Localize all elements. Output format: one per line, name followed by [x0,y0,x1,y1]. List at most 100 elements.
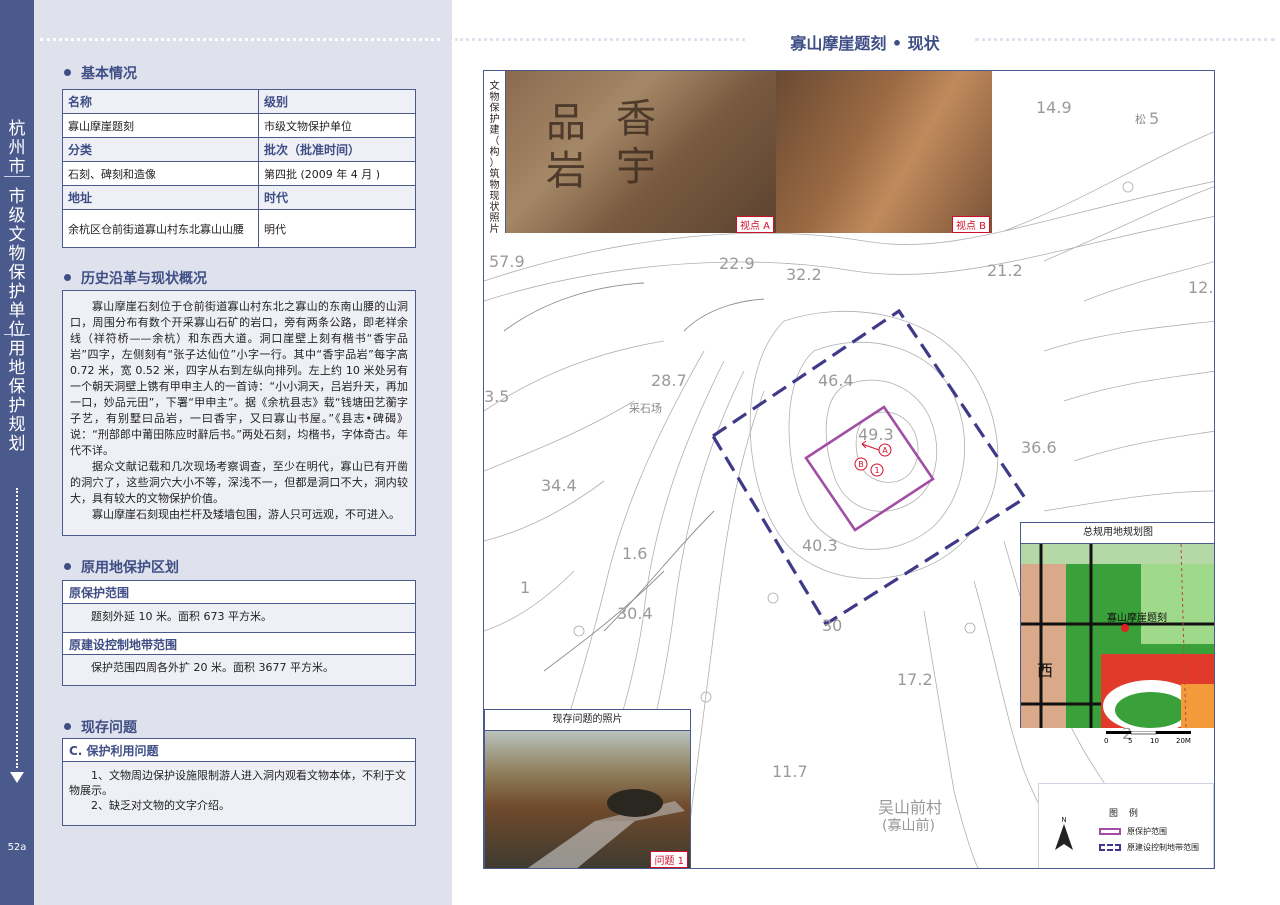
strip-divider [4,176,30,177]
issues-box: C. 保护利用问题 1、文物周边保护设施限制游人进入洞内观看文物本体，不利于文物… [62,738,416,826]
elevation-label: 36.6 [1021,438,1057,457]
basic-info-table: 名称 级别 寡山摩崖题刻 市级文物保护单位 分类 批次（批准时间） 石刻、碑刻和造像第… [62,89,416,248]
vertical-char: 物 [8,244,26,264]
protection-range-title: 原保护范围 [63,581,415,604]
photo-b-tag: 视点 B [951,216,990,233]
map-legend: N 图 例 原保护范围 原建设控制地带范围 [1038,783,1214,868]
legend-item: 原建设控制地带范围 [1099,842,1199,853]
land-use-map: 寡山摩崖题刻 西 [1021,544,1214,728]
vertical-char: 护 [8,282,26,302]
vertical-char: 建 [489,125,500,136]
plan-map-caption: 总规用地规划图 [1021,523,1214,544]
side-strip: 杭州市 市级文物保护单位 用地保护规划 52a [0,0,34,905]
table-cell: 余杭区仓前街道寡山村东北寡山山腰 [62,209,259,248]
scale-label: 10 [1150,737,1159,745]
elevation-label: 22.9 [719,254,755,273]
table-cell: 名称 [62,89,259,114]
photo-a-tag: 视点 A [735,216,774,233]
table-cell: 批次（批准时间） [258,137,416,162]
village-sublabel: (寡山前) [882,817,935,834]
table-row: 寡山摩崖题刻 市级文物保护单位 [62,113,416,138]
vertical-char: 状 [489,202,500,213]
carved-character: 岩 [546,148,586,194]
elevation-label: 57.9 [489,252,525,271]
vertical-char: 保 [489,103,500,114]
vertical-char: 级 [8,206,26,226]
protection-heading: 原用地保护区划 [64,557,179,577]
plan-map: 寡山摩崖题刻 西 [1021,544,1214,728]
vertical-char: 市 [8,157,26,177]
plan-west-label: 西 [1037,661,1053,680]
marker-label: A [882,446,888,455]
vertical-char: （ [489,136,500,147]
vertical-char: 杭 [8,119,26,139]
dotted-rule [455,38,745,41]
vertical-char: 片 [489,224,500,235]
plan-site-label: 寡山摩崖题刻 [1107,611,1167,624]
table-row: 石刻、碑刻和造像 第四批 (2009 年 4 月 ) [62,161,416,186]
north-arrow-icon [1055,824,1073,850]
elevation-label: 40.3 [802,536,838,555]
elevation-label: 30.4 [617,604,653,623]
carved-character: 香 [616,96,656,142]
vertical-char: 市 [8,187,26,207]
village-label: 吴山前村 [878,798,942,817]
problem-photo-caption: 现存问题的照片 [485,710,690,731]
vertical-char: 规 [8,415,26,435]
viewpoint-b-photo: 视点 B [776,71,992,233]
vertical-char: 位 [8,320,26,340]
page-number: 52a [7,842,27,853]
elevation-label: 14.9 [1036,98,1072,117]
city-label: 杭州市 [0,120,34,177]
scale-bar: 0 5 10 20M [1104,730,1194,747]
vertical-char: 州 [8,138,26,158]
vertical-char: 划 [8,434,26,454]
vertical-char: 筑 [489,169,500,180]
dotted-guide [16,488,18,768]
vertical-char: 保 [8,377,26,397]
bullet-icon [64,273,71,281]
table-cell: 时代 [258,185,416,210]
basic-heading: 基本情况 [64,63,137,83]
vertical-char: 现 [489,191,500,202]
vertical-char: 构 [489,147,500,158]
vertical-char: 用 [8,339,26,359]
down-arrow-icon [10,772,24,783]
stairway-illustration [527,789,685,868]
marker-label: B [858,460,864,469]
vertical-char: 单 [8,301,26,321]
strip-divider [4,334,30,335]
north-arrow: N [1053,816,1075,854]
table-cell: 第四批 (2009 年 4 月 ) [258,161,416,186]
history-paragraph: 据众文献记载和几次现场考察调查，至少在明代，寡山已有开凿的洞穴了，这些洞穴大小不… [70,460,408,505]
table-row: 分类 批次（批准时间） [62,137,416,162]
scale-bar-graphic: 0 5 10 20M [1104,730,1191,745]
plan-map-box: 总规用地规划图 寡山摩崖题刻 西 [1020,522,1214,728]
vertical-char: 物 [489,180,500,191]
vertical-char: 护 [489,114,500,125]
elevation-label: 5 [1149,109,1159,128]
problem-1-tag: 问题 1 [650,851,688,868]
bullet-icon [64,722,71,730]
north-label: N [1061,816,1067,824]
elevation-label: 17.2 [897,670,933,689]
table-cell: 市级文物保护单位 [258,113,416,138]
control-zone-text: 保护范围四周各外扩 20 米。面积 3677 平方米。 [91,661,334,674]
table-cell: 明代 [258,209,416,248]
vertical-char: 文 [8,225,26,245]
issue-item: 1、文物周边保护设施限制游人进入洞内观看文物本体，不利于文物展示。 [69,769,406,797]
elevation-label: 28.7 [651,371,687,390]
viewpoint-a-photo: 香 宇 品 岩 视点 A [506,71,776,233]
page-title: 寡山摩崖题刻 • 现状 [790,34,940,53]
history-paragraph: 寡山摩崖石刻现由栏杆及矮墙包围，游人只可远观，不可进入。 [92,508,400,521]
vertical-char: 地 [8,358,26,378]
elevation-label: 30 [822,616,842,635]
history-paragraph: 寡山摩崖石刻位于仓前街道寡山村东北之寡山的东南山腰的山洞口，周围分布有数个开采寡… [70,300,408,457]
elevation-label: 3.5 [484,387,509,406]
photo-side-label: 文物保护建（构）筑物现状照片 [484,71,506,235]
vertical-char: 照 [489,213,500,224]
protection-swatch [1099,828,1121,835]
control-swatch [1099,844,1121,851]
elevation-label: 11.7 [772,762,808,781]
table-row: 余杭区仓前街道寡山村东北寡山山腰 明代 [62,209,416,248]
